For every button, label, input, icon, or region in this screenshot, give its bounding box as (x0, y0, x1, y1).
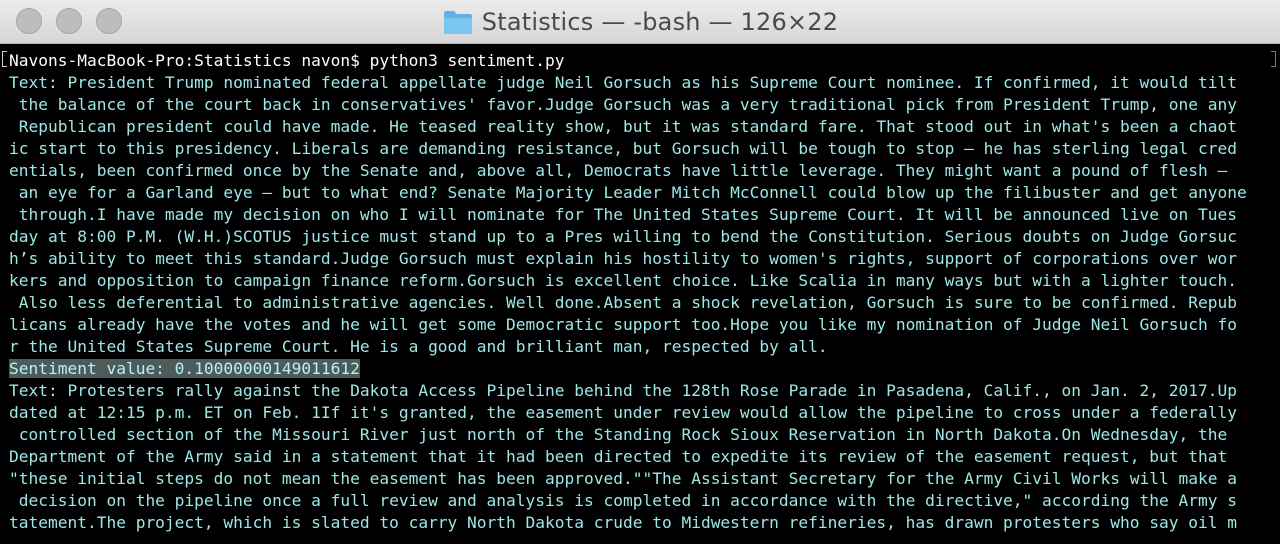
window-title-area: Statistics — -bash — 126×22 (0, 0, 1280, 44)
terminal-output[interactable]: Navons-MacBook-Pro:Statistics navon$ pyt… (0, 44, 1280, 544)
title-bar[interactable]: Statistics — -bash — 126×22 (0, 0, 1280, 44)
output-line: an eye for a Garland eye – but to what e… (9, 183, 1247, 202)
output-line: Department of the Army said in a stateme… (9, 447, 1228, 466)
output-line: h’s ability to meet this standard.Judge … (9, 249, 1237, 268)
selected-text[interactable]: Sentiment value: 0.10000000149011612 (9, 359, 360, 378)
output-line: day at 8:00 P.M. (W.H.)SCOTUS justice mu… (9, 227, 1237, 246)
output-line: Republican president could have made. He… (9, 117, 1237, 136)
terminal-window: Statistics — -bash — 126×22 Navons-MacBo… (0, 0, 1280, 544)
sentiment-value-line[interactable]: Sentiment value: 0.10000000149011612 (9, 358, 360, 380)
output-line: dated at 12:15 p.m. ET on Feb. 1If it's … (9, 403, 1237, 422)
output-line: Text: President Trump nominated federal … (9, 73, 1237, 92)
output-line: tatement.The project, which is slated to… (9, 513, 1237, 532)
mark-bracket-left (2, 51, 7, 67)
output-line: kers and opposition to campaign finance … (9, 271, 1237, 290)
output-line: controlled section of the Missouri River… (9, 425, 1228, 444)
output-line: licans already have the votes and he wil… (9, 315, 1237, 334)
command-prompt-line: Navons-MacBook-Pro:Statistics navon$ pyt… (9, 51, 565, 70)
output-line: entials, been confirmed once by the Sena… (9, 161, 1228, 180)
output-line: through.I have made my decision on who I… (9, 205, 1237, 224)
output-line: r the United States Supreme Court. He is… (9, 337, 828, 356)
mark-bracket-right (1271, 51, 1276, 67)
output-line: decision on the pipeline once a full rev… (9, 491, 1237, 510)
output-line: Also less deferential to administrative … (9, 293, 1237, 312)
output-line: the balance of the court back in conserv… (9, 95, 1237, 114)
output-line: ic start to this presidency. Liberals ar… (9, 139, 1237, 158)
output-line: Text: Protesters rally against the Dakot… (9, 381, 1237, 400)
output-line: "these initial steps do not mean the eas… (9, 469, 1237, 488)
folder-icon (443, 11, 472, 34)
window-title: Statistics — -bash — 126×22 (481, 8, 839, 36)
